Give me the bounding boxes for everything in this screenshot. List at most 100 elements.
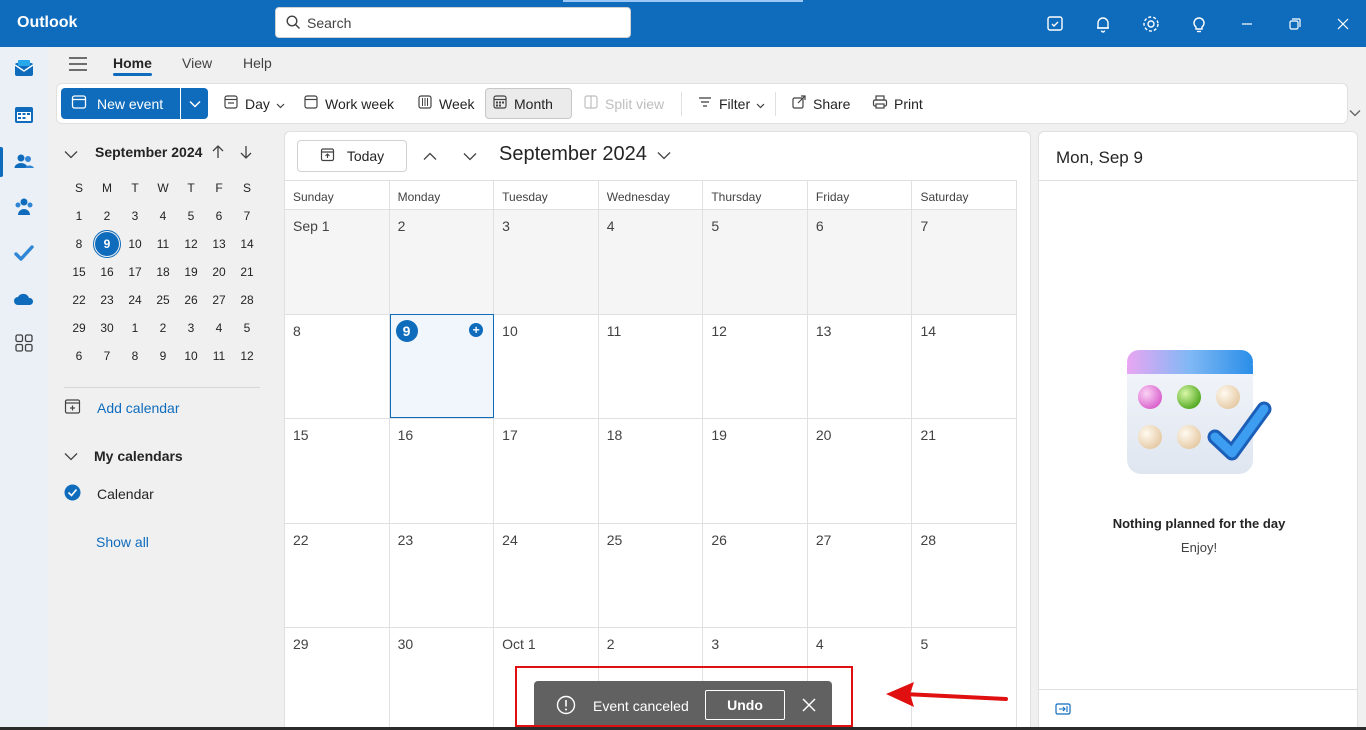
mini-day[interactable]: 10 bbox=[177, 349, 205, 363]
mini-day[interactable]: 12 bbox=[177, 237, 205, 251]
search-input[interactable] bbox=[307, 13, 617, 33]
mini-day[interactable]: 8 bbox=[65, 237, 93, 251]
mini-day[interactable]: 7 bbox=[233, 209, 261, 223]
chevron-down-icon[interactable] bbox=[64, 146, 78, 162]
day-cell[interactable]: 20 bbox=[807, 418, 913, 523]
tab-help[interactable]: Help bbox=[243, 55, 272, 71]
day-cell[interactable]: 16 bbox=[389, 418, 495, 523]
month-title[interactable]: September 2024 bbox=[499, 143, 671, 166]
mini-day[interactable]: 5 bbox=[177, 209, 205, 223]
mini-day[interactable]: 14 bbox=[233, 237, 261, 251]
day-cell[interactable]: 18 bbox=[598, 418, 704, 523]
filter-button[interactable]: Filter bbox=[691, 88, 771, 119]
mini-day[interactable]: 8 bbox=[121, 349, 149, 363]
groups-icon[interactable] bbox=[10, 193, 38, 221]
day-cell[interactable]: 9 + bbox=[389, 313, 495, 418]
day-cell[interactable]: 29 bbox=[285, 627, 390, 729]
more-apps-icon[interactable] bbox=[10, 329, 38, 357]
people-icon[interactable] bbox=[10, 147, 38, 175]
day-cell[interactable]: 27 bbox=[807, 522, 913, 627]
mini-day[interactable]: 22 bbox=[65, 293, 93, 307]
day-cell[interactable]: 28 bbox=[912, 522, 1018, 627]
mini-day[interactable]: 13 bbox=[205, 237, 233, 251]
mini-day[interactable]: 24 bbox=[121, 293, 149, 307]
mini-day[interactable]: 25 bbox=[149, 293, 177, 307]
mini-day[interactable]: 15 bbox=[65, 265, 93, 279]
day-view-button[interactable]: Day bbox=[217, 88, 291, 119]
mini-day[interactable]: 3 bbox=[121, 209, 149, 223]
mini-day[interactable]: 10 bbox=[121, 237, 149, 251]
mini-day[interactable]: 27 bbox=[205, 293, 233, 307]
mini-day[interactable]: 4 bbox=[149, 209, 177, 223]
mini-day[interactable]: 1 bbox=[121, 321, 149, 335]
todo-check-icon[interactable] bbox=[10, 239, 38, 267]
mini-day[interactable]: 28 bbox=[233, 293, 261, 307]
day-cell[interactable]: 3 bbox=[494, 209, 599, 314]
restore-icon[interactable] bbox=[1284, 13, 1306, 35]
work-week-button[interactable]: Work week bbox=[297, 88, 400, 119]
mini-day[interactable]: 1 bbox=[65, 209, 93, 223]
mini-day[interactable]: 9 bbox=[149, 349, 177, 363]
split-view-button[interactable]: Split view bbox=[577, 88, 670, 119]
day-cell[interactable]: 12 bbox=[703, 313, 808, 418]
add-event-icon[interactable]: + bbox=[469, 322, 484, 337]
print-button[interactable]: Print bbox=[866, 88, 929, 119]
mini-day[interactable]: 5 bbox=[233, 321, 261, 335]
mini-day[interactable]: 21 bbox=[233, 265, 261, 279]
checkmark-circle-icon[interactable] bbox=[64, 484, 81, 504]
day-cell[interactable]: 24 bbox=[494, 522, 599, 627]
mini-day[interactable]: 29 bbox=[65, 321, 93, 335]
mini-day[interactable]: 6 bbox=[205, 209, 233, 223]
week-view-button[interactable]: Week bbox=[411, 88, 481, 119]
minimize-icon[interactable] bbox=[1236, 13, 1258, 35]
calendar-list-item[interactable]: Calendar bbox=[64, 484, 154, 504]
search-box[interactable] bbox=[275, 7, 631, 38]
add-calendar-button[interactable]: Add calendar bbox=[64, 398, 180, 418]
day-cell[interactable]: 5 bbox=[703, 209, 808, 314]
mini-day[interactable]: 2 bbox=[149, 321, 177, 335]
day-cell[interactable]: 13 bbox=[807, 313, 913, 418]
mini-day[interactable]: 7 bbox=[93, 349, 121, 363]
day-cell[interactable]: 15 bbox=[285, 418, 390, 523]
my-calendars-header[interactable]: My calendars bbox=[64, 448, 183, 464]
day-cell[interactable]: 11 bbox=[598, 313, 704, 418]
hamburger-icon[interactable] bbox=[68, 55, 88, 76]
expand-pane-icon[interactable] bbox=[1055, 702, 1071, 718]
tab-home[interactable]: Home bbox=[113, 55, 152, 71]
mini-day[interactable]: 20 bbox=[205, 265, 233, 279]
new-event-button[interactable]: New event bbox=[61, 88, 180, 119]
day-cell[interactable]: 4 bbox=[598, 209, 704, 314]
day-cell[interactable]: 22 bbox=[285, 522, 390, 627]
calendar-app-icon[interactable] bbox=[10, 101, 38, 129]
day-cell[interactable]: 25 bbox=[598, 522, 704, 627]
mini-day[interactable]: 19 bbox=[177, 265, 205, 279]
day-cell[interactable]: 7 bbox=[912, 209, 1018, 314]
day-cell[interactable]: 2 bbox=[389, 209, 495, 314]
day-cell[interactable]: 8 bbox=[285, 313, 390, 418]
my-day-icon[interactable] bbox=[1044, 13, 1066, 35]
bell-icon[interactable] bbox=[1092, 13, 1114, 35]
day-cell[interactable]: 21 bbox=[912, 418, 1018, 523]
day-cell[interactable]: 30 bbox=[389, 627, 495, 729]
mail-icon[interactable] bbox=[10, 55, 38, 83]
arrow-down-icon[interactable] bbox=[239, 144, 253, 163]
share-button[interactable]: Share bbox=[785, 88, 856, 119]
day-cell[interactable]: 17 bbox=[494, 418, 599, 523]
show-all-link[interactable]: Show all bbox=[96, 534, 149, 550]
gear-icon[interactable] bbox=[1140, 13, 1162, 35]
close-icon[interactable] bbox=[1332, 13, 1354, 35]
day-cell[interactable]: 6 bbox=[807, 209, 913, 314]
mini-day[interactable]: 23 bbox=[93, 293, 121, 307]
arrow-up-icon[interactable] bbox=[211, 144, 225, 163]
mini-day[interactable]: 11 bbox=[205, 349, 233, 363]
day-cell[interactable]: Sep 1 bbox=[285, 209, 390, 314]
mini-day[interactable]: 6 bbox=[65, 349, 93, 363]
mini-day[interactable]: 18 bbox=[149, 265, 177, 279]
day-cell[interactable]: 26 bbox=[703, 522, 808, 627]
mini-day[interactable]: 16 bbox=[93, 265, 121, 279]
day-cell[interactable]: 19 bbox=[703, 418, 808, 523]
chevron-up-icon[interactable] bbox=[423, 148, 437, 164]
chevron-down-icon[interactable] bbox=[463, 148, 477, 164]
mini-day[interactable]: 2 bbox=[93, 209, 121, 223]
mini-day[interactable]: 9 bbox=[93, 230, 121, 258]
